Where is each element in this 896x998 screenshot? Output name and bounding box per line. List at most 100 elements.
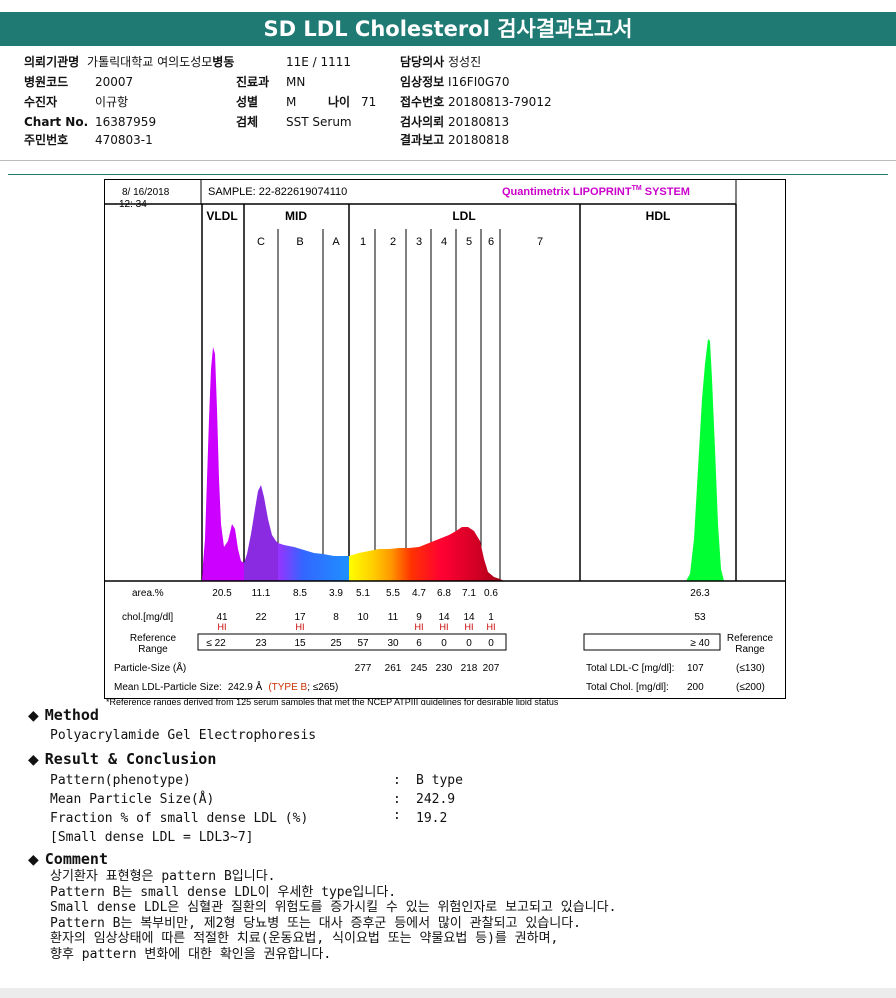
svg-text:5.1: 5.1 (356, 588, 370, 599)
diamond-bullet-icon: ◆ (28, 852, 39, 868)
area-label: area.% (132, 588, 164, 599)
patient-value: 이규항 (95, 95, 129, 109)
age-value: 71 (361, 95, 377, 109)
result-label-size: Mean Particle Size(Å) (50, 792, 215, 807)
svg-text:207: 207 (483, 663, 500, 674)
group-hdl: HDL (646, 209, 671, 223)
doctor-label: 담당의사 (400, 55, 445, 69)
sex-value: M (286, 95, 297, 109)
result-value-size: 242.9 (416, 792, 456, 807)
total-chol-ref: (≤200) (736, 682, 765, 693)
svg-text:6: 6 (416, 638, 422, 649)
comment-heading: ◆ Comment (28, 850, 108, 868)
total-chol-label: Total Chol. [mg/dl]: (586, 682, 669, 693)
subband-4: 4 (441, 236, 447, 248)
svg-text:HI: HI (218, 622, 227, 632)
svg-text:57: 57 (357, 638, 369, 649)
result-label-pattern: Pattern(phenotype) (50, 773, 191, 788)
svg-text:20.5: 20.5 (212, 588, 232, 599)
svg-text:HI: HI (415, 622, 424, 632)
subband-2: 2 (390, 236, 396, 248)
svg-text:≤ 22: ≤ 22 (206, 638, 226, 649)
chart-time: 12: 34 (119, 199, 147, 210)
particle-size-label: Particle-Size (Å) (114, 661, 186, 674)
institution-value: 가톨릭대학교 여의도성모 (87, 55, 213, 69)
svg-text:218: 218 (461, 663, 478, 674)
svg-text:15: 15 (294, 638, 306, 649)
svg-text:3.9: 3.9 (329, 588, 343, 599)
subband-b: B (296, 236, 303, 248)
svg-text:0: 0 (441, 638, 447, 649)
reference-footnote: *Reference ranges derived from 125 serum… (106, 697, 559, 705)
method-text: Polyacrylamide Gel Electrophoresis (50, 728, 317, 743)
subband-a: A (332, 236, 340, 248)
subband-5: 5 (466, 236, 472, 248)
hospital-code-label: 병원코드 (24, 75, 69, 89)
svg-text:11.1: 11.1 (252, 588, 271, 599)
svg-text:Range: Range (735, 644, 765, 655)
comment-line: 상기환자 표현형은 pattern B입니다. (50, 869, 276, 884)
svg-text:0: 0 (466, 638, 472, 649)
age-label: 나이 (328, 95, 351, 109)
patient-label: 수진자 (24, 95, 58, 109)
total-chol-value: 200 (687, 682, 704, 693)
svg-text:HI: HI (487, 622, 496, 632)
result-heading: ◆ Result & Conclusion (28, 750, 217, 768)
group-vldl: VLDL (206, 209, 237, 223)
svg-text:≥ 40: ≥ 40 (690, 638, 710, 649)
svg-text:30: 30 (387, 638, 399, 649)
svg-text:0: 0 (488, 638, 494, 649)
subband-c: C (257, 236, 265, 248)
comment-line: 향후 pattern 변화에 대한 확인을 권유합니다. (50, 946, 332, 962)
section-divider (8, 174, 888, 175)
svg-text:5.5: 5.5 (386, 588, 400, 599)
report-title: SD LDL Cholesterol 검사결과보고서 (0, 12, 896, 46)
comment-body: 상기환자 표현형은 pattern B입니다. Pattern B는 small… (50, 869, 616, 962)
comment-line: 환자의 임상상태에 따른 적절한 치료(운동요법, 식이요법 또는 약물요법 등… (50, 931, 559, 946)
svg-text:53: 53 (694, 612, 706, 623)
svg-text:Reference: Reference (130, 633, 177, 644)
svg-text:8.5: 8.5 (293, 588, 307, 599)
lipoprint-chart: 8/ 16/2018 12: 34 SAMPLE: 22-82261907411… (104, 179, 786, 705)
subband-7: 7 (537, 236, 543, 248)
svg-text:11: 11 (388, 612, 399, 623)
result-date-row: 결과보고 20180818 (400, 133, 510, 147)
svg-text:Range: Range (138, 644, 168, 655)
svg-text:277: 277 (355, 663, 372, 674)
chart-no-label: Chart No. (24, 115, 89, 129)
rrn-label: 주민번호 (24, 133, 69, 147)
system-brand: Quantimetrix LIPOPRINTTM SYSTEM (502, 185, 690, 198)
svg-text:HI: HI (465, 622, 474, 632)
result-note: [Small dense LDL = LDL3~7] (50, 830, 254, 845)
result-value-fraction: 19.2 (416, 811, 448, 826)
svg-text:23: 23 (255, 638, 267, 649)
subband-1: 1 (360, 236, 366, 248)
result-label-fraction: Fraction % of small dense LDL (%) (50, 811, 309, 826)
method-heading: ◆ Method (28, 706, 99, 724)
svg-text:4.7: 4.7 (412, 588, 426, 599)
doctor-row: 담당의사 정성진 (400, 53, 481, 71)
group-mid: MID (285, 209, 307, 223)
result-colon: : (393, 808, 401, 823)
doctor-value: 정성진 (448, 55, 482, 69)
specimen-value: SST Serum (286, 115, 352, 129)
result-date-value: 20180818 (448, 133, 510, 147)
total-ldl-value: 107 (687, 663, 704, 674)
group-ldl: LDL (452, 209, 475, 223)
request-date-value: 20180813 (448, 115, 510, 129)
svg-text:Reference: Reference (727, 633, 774, 644)
specimen-label: 검체 (236, 115, 259, 129)
svg-text:245: 245 (411, 663, 428, 674)
bottom-strip (0, 988, 896, 998)
svg-text:6.8: 6.8 (437, 588, 451, 599)
total-ldl-ref: (≤130) (736, 663, 765, 674)
subband-3: 3 (416, 236, 422, 248)
svg-text:HI: HI (296, 622, 305, 632)
svg-text:26.3: 26.3 (690, 588, 710, 599)
chol-label: chol.[mg/dl] (122, 612, 173, 623)
institution-row: 의뢰기관명 가톨릭대학교 여의도성모병동 (24, 53, 234, 71)
diamond-bullet-icon: ◆ (28, 708, 39, 724)
subband-6: 6 (488, 236, 494, 248)
svg-text:261: 261 (385, 663, 402, 674)
svg-text:HI: HI (440, 622, 449, 632)
